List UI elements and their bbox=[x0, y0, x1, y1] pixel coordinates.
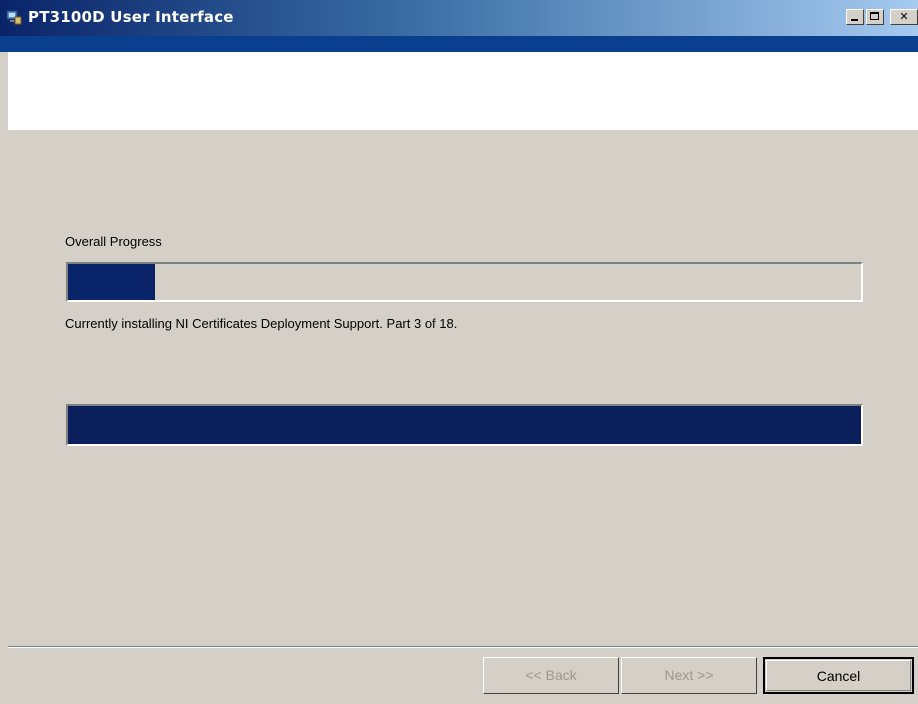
maximize-button[interactable] bbox=[866, 9, 884, 25]
minimize-button[interactable] bbox=[846, 9, 864, 25]
minimize-icon bbox=[851, 19, 858, 21]
installer-window: PT3100D User Interface ✕ Overall Progres… bbox=[0, 0, 918, 704]
overall-progress-label: Overall Progress bbox=[65, 234, 162, 249]
install-status-text: Currently installing NI Certificates Dep… bbox=[65, 316, 458, 331]
cancel-button[interactable]: Cancel bbox=[763, 657, 914, 694]
back-button[interactable]: << Back bbox=[483, 657, 619, 694]
current-progress-bar bbox=[66, 404, 863, 446]
header-banner bbox=[8, 52, 918, 130]
overall-progress-bar bbox=[66, 262, 863, 302]
window-title: PT3100D User Interface bbox=[28, 8, 234, 26]
footer-separator bbox=[8, 646, 918, 648]
next-button[interactable]: Next >> bbox=[621, 657, 757, 694]
content-panel bbox=[8, 130, 918, 646]
installer-computer-icon bbox=[6, 10, 22, 25]
close-icon: ✕ bbox=[899, 10, 909, 23]
cancel-button-label: Cancel bbox=[766, 660, 911, 691]
title-bar[interactable]: PT3100D User Interface ✕ bbox=[0, 0, 918, 36]
maximize-icon bbox=[870, 12, 879, 20]
title-bar-strip bbox=[0, 36, 918, 52]
overall-progress-fill bbox=[68, 264, 156, 300]
close-button[interactable]: ✕ bbox=[890, 9, 918, 25]
current-progress-fill bbox=[68, 406, 861, 444]
